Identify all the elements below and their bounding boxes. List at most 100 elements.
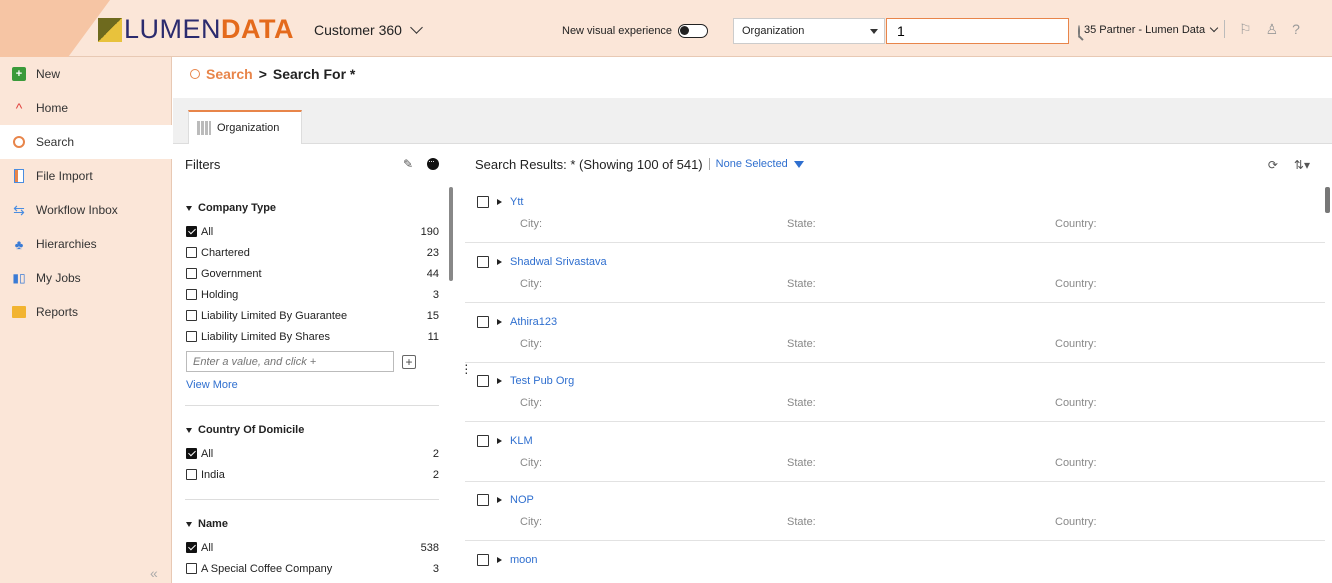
checkbox[interactable] xyxy=(477,554,489,566)
collapse-sidebar-icon[interactable]: « xyxy=(150,565,158,581)
sort-icon[interactable]: ⇅▾ xyxy=(1294,158,1310,172)
filter-option[interactable]: Liability Limited By Guarantee 15 xyxy=(186,305,439,326)
breadcrumb: Search > Search For * xyxy=(190,66,355,82)
selection-dropdown[interactable]: None Selected xyxy=(708,158,804,170)
global-search-input[interactable] xyxy=(897,23,1078,39)
checkbox[interactable] xyxy=(186,310,197,321)
checkbox[interactable] xyxy=(477,196,489,208)
sidebar-item-label: Reports xyxy=(36,305,79,319)
checkbox[interactable] xyxy=(186,448,197,459)
checkbox[interactable] xyxy=(477,435,489,447)
option-count: 2 xyxy=(432,447,439,460)
help-icon[interactable]: ? xyxy=(1292,21,1300,37)
expand-caret-icon[interactable] xyxy=(497,259,502,265)
result-name-link[interactable]: moon xyxy=(510,554,538,566)
result-name-link[interactable]: NOP xyxy=(510,494,534,506)
checkbox[interactable] xyxy=(186,542,197,553)
expand-caret-icon[interactable] xyxy=(497,378,502,384)
view-more-link[interactable]: View More xyxy=(186,379,439,391)
dropdown-arrow-icon xyxy=(793,160,804,168)
country-label: Country: xyxy=(1055,516,1097,528)
checkbox[interactable] xyxy=(477,316,489,328)
sidebar-item-file-import[interactable]: File Import xyxy=(0,159,171,193)
option-count: 190 xyxy=(420,225,439,238)
add-value-button[interactable]: + xyxy=(402,354,416,369)
collapse-caret-icon xyxy=(186,521,192,527)
tab-organization[interactable]: Organization xyxy=(188,110,302,144)
checkbox[interactable] xyxy=(186,563,197,574)
result-row: KLM City: State: Country: xyxy=(465,423,1325,482)
divider xyxy=(185,405,439,406)
filter-option[interactable]: India 2 xyxy=(186,464,439,485)
city-label: City: xyxy=(520,516,542,528)
app-switcher[interactable]: Customer 360 xyxy=(314,21,423,38)
filter-option[interactable]: A Special Coffee Company 3 xyxy=(186,558,439,579)
filter-option[interactable]: All 2 xyxy=(186,443,439,464)
new-visual-toggle[interactable] xyxy=(678,24,709,38)
filters-scrollbar[interactable] xyxy=(449,187,453,281)
sidebar-item-hierarchies[interactable]: ♣ Hierarchies xyxy=(0,227,171,261)
state-label: State: xyxy=(787,397,816,409)
filter-country-of-domicile: Country Of Domicile All 2 India 2 xyxy=(173,424,451,485)
edit-icon[interactable]: ✎ xyxy=(403,157,413,171)
filter-option[interactable]: All 538 xyxy=(186,537,439,558)
search-icon[interactable] xyxy=(1078,24,1080,38)
expand-caret-icon[interactable] xyxy=(497,438,502,444)
sidebar-item-reports[interactable]: Reports xyxy=(0,295,171,329)
filter-option[interactable]: Holding 3 xyxy=(186,284,439,305)
expand-caret-icon[interactable] xyxy=(497,497,502,503)
checkbox[interactable] xyxy=(186,331,197,342)
expand-caret-icon[interactable] xyxy=(497,199,502,205)
checkbox[interactable] xyxy=(186,226,197,237)
checkbox[interactable] xyxy=(186,268,197,279)
checkbox[interactable] xyxy=(186,289,197,300)
sidebar-item-home[interactable]: ^ Home xyxy=(0,91,171,125)
result-name-link[interactable]: Ytt xyxy=(510,196,523,208)
new-visual-label: New visual experience xyxy=(562,25,673,37)
flag-icon[interactable]: ⚐ xyxy=(1239,21,1252,38)
sidebar-item-label: New xyxy=(36,67,61,81)
expand-caret-icon[interactable] xyxy=(497,319,502,325)
filters-title: Filters xyxy=(185,156,221,172)
sidebar-item-new[interactable]: + New xyxy=(0,57,171,91)
filter-section-title[interactable]: Country Of Domicile xyxy=(186,424,439,436)
result-name-link[interactable]: KLM xyxy=(510,435,533,447)
filter-option[interactable]: All 190 xyxy=(186,221,439,242)
filter-section-title[interactable]: Company Type xyxy=(186,202,439,214)
checkbox[interactable] xyxy=(477,375,489,387)
refresh-icon[interactable]: ⟳ xyxy=(1268,158,1278,172)
user-icon[interactable]: ♙ xyxy=(1266,21,1279,38)
expand-caret-icon[interactable] xyxy=(497,557,502,563)
option-count: 23 xyxy=(426,246,439,259)
filter-option[interactable]: Liability Limited By Shares 11 xyxy=(186,326,439,347)
result-row: Athira123 City: State: Country: xyxy=(465,304,1325,363)
filter-option[interactable]: Government 44 xyxy=(186,263,439,284)
entity-type-select[interactable]: Organization xyxy=(733,18,885,44)
city-label: City: xyxy=(520,338,542,350)
selection-label: None Selected xyxy=(715,158,788,170)
more-options-icon[interactable] xyxy=(427,156,439,170)
checkbox[interactable] xyxy=(186,469,197,480)
checkbox[interactable] xyxy=(477,256,489,268)
filter-value-input[interactable] xyxy=(186,351,394,372)
result-name-link[interactable]: Athira123 xyxy=(510,316,557,328)
option-label: Government xyxy=(201,267,262,280)
filters-header: Filters ✎ xyxy=(173,144,451,184)
result-name-link[interactable]: Shadwal Srivastava xyxy=(510,256,607,268)
filter-option[interactable]: Chartered 23 xyxy=(186,242,439,263)
sidebar-item-search[interactable]: Search xyxy=(0,125,172,159)
breadcrumb-search-link[interactable]: Search xyxy=(206,66,253,82)
filter-section-title[interactable]: Name xyxy=(186,518,439,530)
option-label: All xyxy=(201,541,214,554)
file-import-icon xyxy=(12,169,26,183)
sidebar-item-workflow-inbox[interactable]: ⇆ Workflow Inbox xyxy=(0,193,171,227)
results-scrollbar[interactable] xyxy=(1325,187,1330,213)
lumendata-logo[interactable]: LUMEN DATA xyxy=(98,14,294,45)
checkbox[interactable] xyxy=(186,247,197,258)
result-name-link[interactable]: Test Pub Org xyxy=(510,375,574,387)
checkbox[interactable] xyxy=(477,494,489,506)
tenant-switcher[interactable]: 35 Partner - Lumen Data xyxy=(1084,23,1219,36)
sidebar-item-my-jobs[interactable]: ▮▯ My Jobs xyxy=(0,261,171,295)
country-label: Country: xyxy=(1055,338,1097,350)
folder-icon xyxy=(12,305,26,319)
